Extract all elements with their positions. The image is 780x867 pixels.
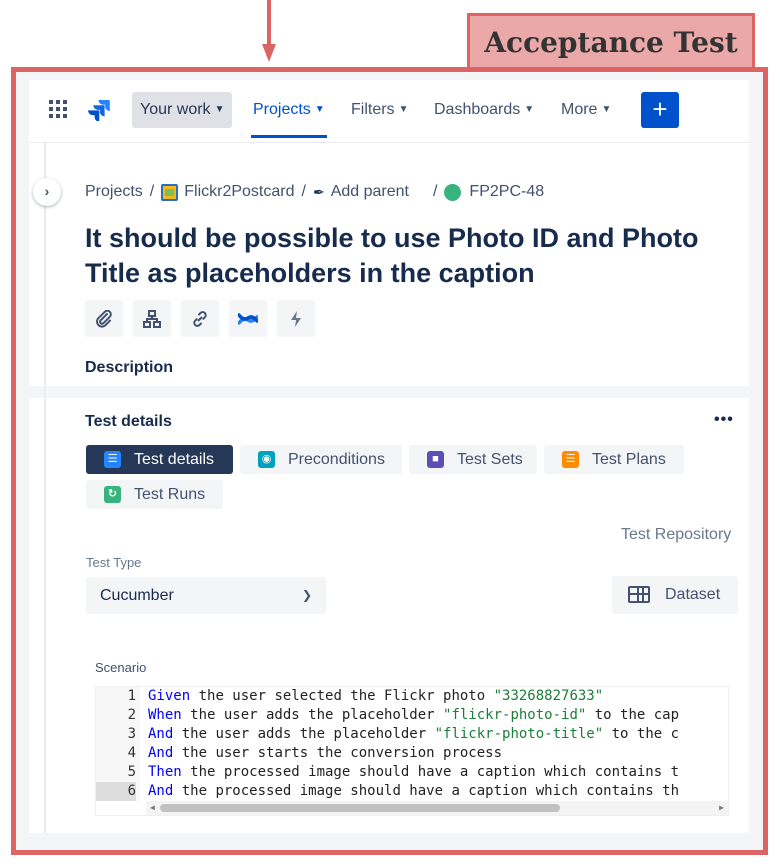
test-issue-type-icon xyxy=(444,183,462,201)
annotation-arrow xyxy=(262,0,276,62)
test-plans-icon: ☰ xyxy=(562,451,579,468)
code-line: 5 Then the processed image should have a … xyxy=(127,764,680,780)
left-rail xyxy=(44,143,46,833)
breadcrumb-project[interactable]: Flickr2Postcard xyxy=(184,180,294,204)
dataset-label: Dataset xyxy=(665,586,721,603)
test-type-value: Cucumber xyxy=(100,587,174,604)
scroll-right-icon[interactable]: ▶ xyxy=(719,801,724,815)
tab-test-sets[interactable]: ■ Test Sets xyxy=(409,445,537,474)
tab-label: Preconditions xyxy=(288,451,385,468)
nav-projects[interactable]: Projects ▼ xyxy=(247,92,331,138)
description-label: Description xyxy=(85,359,174,376)
test-runs-icon: ↻ xyxy=(104,486,121,503)
scenario-editor[interactable]: 1 Given the user selected the Flickr phot… xyxy=(95,686,729,816)
pencil-icon: ✒ xyxy=(312,184,325,200)
test-details-icon: ☰ xyxy=(104,451,121,468)
test-type-label: Test Type xyxy=(86,555,142,570)
nav-projects-label: Projects xyxy=(253,101,311,118)
app-switcher-icon[interactable] xyxy=(49,100,68,119)
horizontal-scrollbar[interactable]: ◀ ▶ xyxy=(146,801,728,815)
test-type-select[interactable]: Cucumber ❯ xyxy=(86,577,326,614)
tab-preconditions[interactable]: ◉ Preconditions xyxy=(240,445,402,474)
nav-dashboards-label: Dashboards xyxy=(434,101,521,118)
breadcrumb: Projects / Flickr2Postcard / ✒ Add parent / FP2… xyxy=(85,180,544,204)
link-icon[interactable] xyxy=(181,300,219,337)
chevron-down-icon: ▼ xyxy=(214,104,225,115)
issue-title[interactable]: It should be possible to use Photo ID an… xyxy=(85,221,725,291)
tab-label: Test Plans xyxy=(592,451,666,468)
scrollbar-thumb[interactable] xyxy=(160,804,560,812)
project-avatar-icon xyxy=(161,183,179,201)
breadcrumb-issue-key[interactable]: FP2PC-48 xyxy=(469,180,544,204)
tab-label: Test Runs xyxy=(134,486,206,503)
code-line: 6 And the processed image should have a c… xyxy=(96,782,728,801)
test-sets-icon: ■ xyxy=(427,451,444,468)
code-line: 2 When the user adds the placeholder "fli… xyxy=(127,707,680,723)
nav-filters-label: Filters xyxy=(351,101,395,118)
breadcrumb-projects[interactable]: Projects xyxy=(85,180,143,204)
add-parent-link[interactable]: Add parent xyxy=(331,180,409,204)
chevron-down-icon: ▼ xyxy=(601,104,612,115)
child-issues-icon[interactable] xyxy=(133,300,171,337)
breadcrumb-separator: / xyxy=(301,183,306,200)
expand-sidebar-button[interactable]: › xyxy=(33,178,61,206)
nav-dashboards[interactable]: Dashboards ▼ xyxy=(428,92,540,128)
tab-label: Test details xyxy=(134,451,215,468)
nav-filters[interactable]: Filters ▼ xyxy=(345,92,414,128)
chevron-down-icon: ▼ xyxy=(314,104,325,115)
confluence-icon[interactable] xyxy=(229,300,267,337)
scroll-left-icon[interactable]: ◀ xyxy=(150,801,155,815)
chevron-down-icon: ❯ xyxy=(301,588,312,602)
jira-logo-icon[interactable] xyxy=(88,99,110,121)
attachment-icon[interactable] xyxy=(85,300,123,337)
test-details-heading: Test details xyxy=(85,413,172,430)
chevron-down-icon: ▼ xyxy=(524,104,535,115)
scenario-label: Scenario xyxy=(95,660,147,675)
chevron-down-icon: ▼ xyxy=(398,104,409,115)
tab-label: Test Sets xyxy=(457,451,523,468)
breadcrumb-separator: / xyxy=(432,183,438,200)
tab-test-plans[interactable]: ☰ Test Plans xyxy=(544,445,684,474)
nav-your-work-label: Your work xyxy=(140,101,211,118)
code-line: 4 And the user starts the conversion proc… xyxy=(127,745,503,761)
nav-more[interactable]: More ▼ xyxy=(555,92,617,128)
annotation-label: Acceptance Test xyxy=(467,13,755,69)
create-button[interactable]: + xyxy=(641,92,679,128)
nav-more-label: More xyxy=(561,101,598,118)
table-icon xyxy=(628,586,650,603)
nav-your-work[interactable]: Your work ▼ xyxy=(132,92,233,128)
test-repository-link[interactable]: Test Repository xyxy=(621,526,731,544)
code-line: 1 Given the user selected the Flickr phot… xyxy=(127,688,604,704)
automation-icon[interactable] xyxy=(277,300,315,337)
top-navigation: Your work ▼ Projects ▼ Filters ▼ Dashboards… xyxy=(29,80,749,143)
tab-test-runs[interactable]: ↻ Test Runs xyxy=(86,480,223,509)
tab-test-details[interactable]: ☰ Test details xyxy=(86,445,233,474)
more-actions-button[interactable]: ••• xyxy=(714,411,734,429)
preconditions-icon: ◉ xyxy=(258,451,275,468)
breadcrumb-separator: / xyxy=(149,183,155,200)
dataset-button[interactable]: Dataset xyxy=(612,576,738,614)
code-line: 3 And the user adds the placeholder "flic… xyxy=(127,726,680,742)
